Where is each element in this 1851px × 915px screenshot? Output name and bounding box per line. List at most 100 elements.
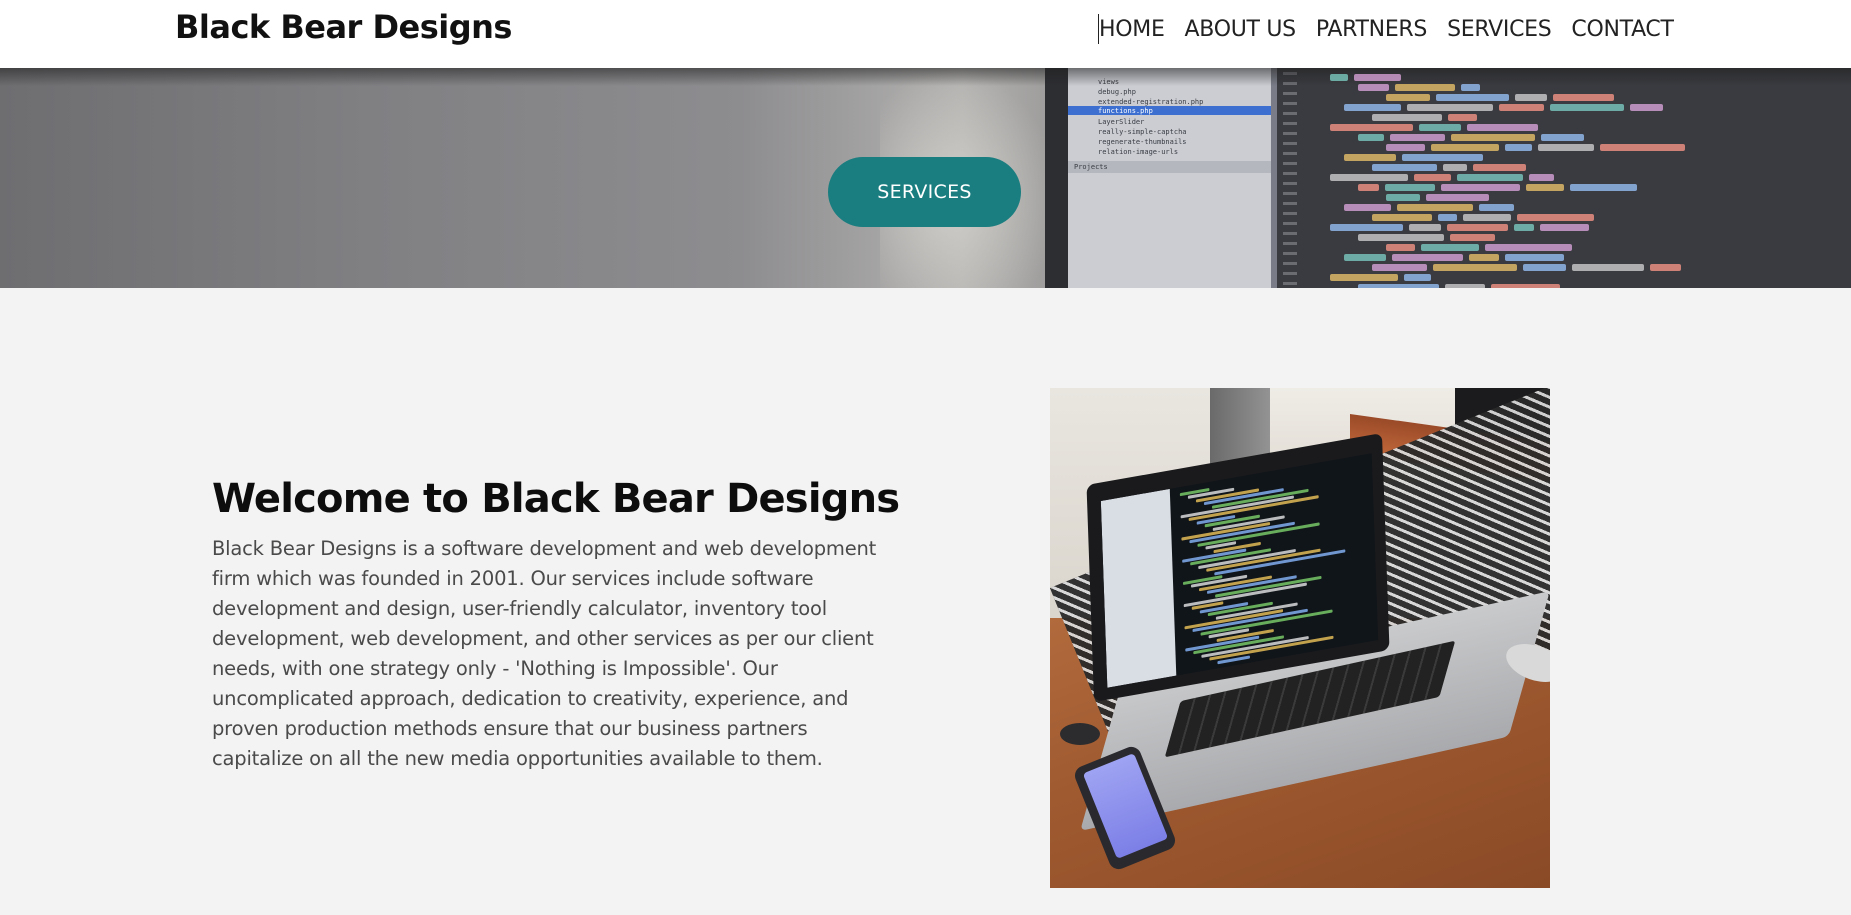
code-token <box>1443 164 1467 171</box>
welcome-heading: Welcome to Black Bear Designs <box>212 476 900 522</box>
code-token <box>1358 234 1444 241</box>
line-number <box>1283 172 1297 175</box>
code-token <box>1523 264 1566 271</box>
nav-link-home[interactable]: HOME <box>1099 17 1165 42</box>
line-number <box>1283 162 1297 165</box>
code-token <box>1358 84 1389 91</box>
code-token <box>1358 184 1379 191</box>
code-token <box>1344 154 1396 161</box>
code-token <box>1407 104 1493 111</box>
code-token <box>1419 124 1461 131</box>
line-number <box>1283 262 1297 265</box>
line-number <box>1283 142 1297 145</box>
code-token <box>1457 174 1523 181</box>
code-token <box>1330 224 1403 231</box>
file-tree-item: extended-registration.php <box>1098 98 1204 106</box>
code-token <box>1433 264 1517 271</box>
code-token <box>1392 254 1463 261</box>
line-number <box>1283 272 1297 275</box>
nav-link-partners[interactable]: PARTNERS <box>1316 17 1428 42</box>
line-number <box>1283 232 1297 235</box>
code-token <box>1463 214 1511 221</box>
code-token <box>1479 204 1514 211</box>
site-header: Black Bear Designs HOME ABOUT US PARTNER… <box>0 0 1851 68</box>
code-token <box>1354 74 1401 81</box>
code-token <box>1600 144 1685 151</box>
line-number <box>1283 202 1297 205</box>
code-token <box>1461 84 1480 91</box>
line-number <box>1283 122 1297 125</box>
code-token <box>1330 74 1348 81</box>
code-token <box>1372 214 1432 221</box>
code-token <box>1491 284 1560 288</box>
code-token <box>1358 284 1439 288</box>
code-token <box>1538 144 1594 151</box>
code-token <box>1344 104 1401 111</box>
line-number <box>1283 152 1297 155</box>
line-number <box>1283 132 1297 135</box>
site-logo-text[interactable]: Black Bear Designs <box>175 8 512 46</box>
code-token <box>1550 104 1624 111</box>
nav-link-contact[interactable]: CONTACT <box>1571 17 1674 42</box>
line-number <box>1283 242 1297 245</box>
nav-link-about-us[interactable]: ABOUT US <box>1185 17 1297 42</box>
line-number-gutter <box>1283 68 1309 288</box>
code-token <box>1526 184 1564 191</box>
code-token <box>1386 144 1425 151</box>
code-token <box>1386 94 1430 101</box>
code-token <box>1485 244 1572 251</box>
line-number <box>1283 282 1297 285</box>
code-token <box>1630 104 1663 111</box>
code-token <box>1514 224 1534 231</box>
code-token <box>1330 274 1398 281</box>
projects-bar: Projects <box>1068 161 1271 173</box>
file-tree-item: LayerSlider <box>1098 118 1145 126</box>
code-token <box>1409 224 1441 231</box>
code-token <box>1372 164 1437 171</box>
file-tree-item: regenerate-thumbnails <box>1098 138 1187 146</box>
code-token <box>1650 264 1681 271</box>
hero-banner: views debug.php extended-registration.ph… <box>0 68 1851 288</box>
line-number <box>1283 92 1297 95</box>
code-token <box>1505 254 1564 261</box>
code-token <box>1441 184 1520 191</box>
file-tree-item: functions.php <box>1098 107 1153 115</box>
line-number <box>1283 192 1297 195</box>
projects-label: Projects <box>1074 163 1108 171</box>
code-token <box>1390 134 1445 141</box>
code-token <box>1448 114 1477 121</box>
line-number <box>1283 102 1297 105</box>
photo-lens-cap <box>1060 723 1100 745</box>
code-token <box>1505 144 1532 151</box>
code-token <box>1572 264 1644 271</box>
code-token <box>1358 134 1384 141</box>
code-token <box>1431 144 1499 151</box>
code-token <box>1397 204 1473 211</box>
services-button[interactable]: SERVICES <box>828 157 1021 227</box>
code-token <box>1447 224 1508 231</box>
code-token <box>1473 164 1526 171</box>
line-number <box>1283 222 1297 225</box>
code-token <box>1570 184 1637 191</box>
code-token <box>1385 184 1435 191</box>
line-number <box>1283 252 1297 255</box>
code-token <box>1386 244 1415 251</box>
header-shadow <box>0 68 1851 86</box>
code-token <box>1517 214 1594 221</box>
file-tree-item: debug.php <box>1098 88 1136 96</box>
line-number <box>1283 182 1297 185</box>
nav-link-services[interactable]: SERVICES <box>1447 17 1552 42</box>
code-token <box>1330 174 1408 181</box>
code-token <box>1515 94 1547 101</box>
code-token <box>1402 154 1483 161</box>
code-token <box>1386 194 1420 201</box>
line-number <box>1283 212 1297 215</box>
code-token <box>1451 134 1535 141</box>
file-tree-item: relation-image-urls <box>1098 148 1179 156</box>
code-token <box>1372 264 1427 271</box>
code-token <box>1421 244 1479 251</box>
code-token <box>1436 94 1509 101</box>
main-nav: HOME ABOUT US PARTNERS SERVICES CONTACT <box>1098 14 1674 44</box>
welcome-paragraph: Black Bear Designs is a software develop… <box>212 537 877 770</box>
code-token <box>1372 114 1442 121</box>
